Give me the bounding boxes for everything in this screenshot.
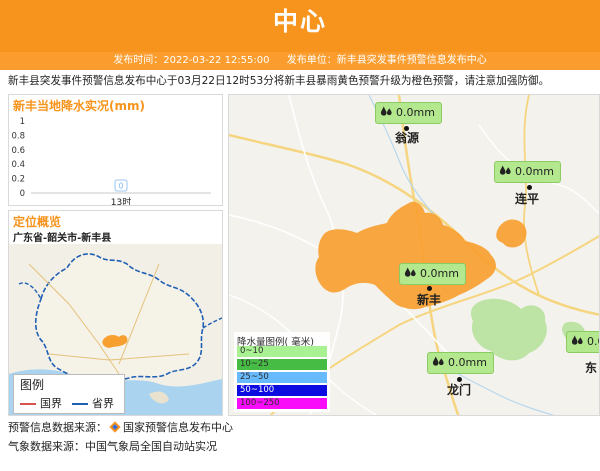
- city-lianping: 连平: [515, 192, 540, 206]
- city-east: 东: [585, 361, 598, 375]
- city-longmen: 龙门: [447, 383, 472, 397]
- city-wengyuan: 翁源: [395, 131, 420, 145]
- raindrop-icon: [432, 356, 444, 366]
- publisher: 发布单位：新丰县突发事件预警信息发布中心: [286, 55, 487, 66]
- data-label: 0: [119, 182, 124, 191]
- station-value: 0.0mm: [396, 106, 435, 119]
- station-lianping[interactable]: 0.0mm: [494, 161, 561, 183]
- location-path: 广东省-韶关市-新丰县: [13, 233, 112, 244]
- publish-time: 发布时间：2022-03-22 12:55:00: [113, 55, 270, 66]
- province-border-label: 省界: [92, 397, 114, 410]
- legend-national-border: 国界: [20, 395, 62, 411]
- warning-notice: 新丰县突发事件预警信息发布中心于03月22日12时53分将新丰县暴雨黄色预警升级…: [8, 75, 550, 87]
- station-value: 0.0mm: [420, 267, 459, 280]
- y-tick-label: 0.6: [11, 146, 25, 156]
- rainfall-legend: 降水量图例( 毫米) 0~10 10~25 25~50 50~100 100~2…: [234, 332, 330, 412]
- location-title: 定位概览: [13, 215, 62, 229]
- warning-source-name[interactable]: 国家预警信息发布中心: [123, 421, 233, 434]
- publish-meta: 发布时间：2022-03-22 12:55:00 发布单位：新丰县突发事件预警信…: [0, 52, 600, 70]
- rainfall-title: 新丰当地降水实况(mm): [13, 99, 145, 113]
- location-panel: 定位概览 广东省-韶关市-新丰县 图例 国界 省界: [8, 210, 223, 416]
- warning-source-label: 预警信息数据来源：: [8, 421, 107, 434]
- rain-legend-10-25: 10~25: [237, 359, 327, 370]
- header-bar: 中心 发布时间：2022-03-22 12:55:00 发布单位：新丰县突发事件…: [0, 0, 600, 70]
- national-border-swatch: [20, 403, 36, 405]
- raindrop-icon: [571, 335, 583, 345]
- province-border-swatch: [72, 403, 88, 405]
- station-value: 0.0mm: [448, 356, 487, 369]
- map-legend-title: 图例: [20, 378, 45, 392]
- rain-legend-100-250: 100~250: [237, 398, 327, 409]
- y-tick-label: 0.8: [11, 131, 25, 141]
- rain-legend-50-100: 50~100: [237, 385, 327, 396]
- national-border-label: 国界: [40, 397, 62, 410]
- x-tick-label: 13时: [111, 196, 131, 205]
- warning-source: 预警信息数据来源： 国家预警信息发布中心: [8, 419, 233, 435]
- rainfall-panel: 新丰当地降水实况(mm) 1 0.8 0.6 0.4 0.2 0 0 13时: [8, 94, 223, 206]
- raindrop-icon: [499, 165, 511, 175]
- y-tick-label: 0: [20, 189, 25, 199]
- rain-legend-25-50: 25~50: [237, 372, 327, 383]
- station-longmen[interactable]: 0.0mm: [427, 352, 494, 374]
- station-wengyuan[interactable]: 0.0mm: [375, 102, 442, 124]
- weather-source: 气象数据来源：中国气象局全国自动站实况: [8, 440, 217, 453]
- warning-center-logo-icon: [109, 421, 121, 433]
- page-title: 中心: [272, 7, 327, 36]
- station-value: 0.0mm: [515, 165, 554, 178]
- station-value: 0.0mm: [587, 335, 599, 348]
- station-east[interactable]: 0.0mm: [566, 331, 599, 353]
- y-tick-label: 0.4: [11, 160, 25, 170]
- raindrop-icon: [380, 106, 392, 116]
- rainfall-chart: 1 0.8 0.6 0.4 0.2 0 0 13时: [11, 117, 211, 205]
- legend-province-border: 省界: [72, 395, 114, 411]
- map-legend: 图例 国界 省界: [13, 374, 125, 414]
- y-tick-label: 0.2: [11, 175, 25, 185]
- raindrop-icon: [404, 267, 416, 277]
- station-xinfeng[interactable]: 0.0mm: [399, 263, 466, 285]
- rain-legend-0-10: 0~10: [237, 346, 327, 357]
- y-tick-label: 1: [20, 117, 25, 127]
- city-xinfeng: 新丰: [417, 293, 442, 307]
- main-map[interactable]: 0.0mm 0.0mm 0.0mm 0.0mm 0.0mm 翁源 连平 新丰 龙…: [228, 94, 600, 416]
